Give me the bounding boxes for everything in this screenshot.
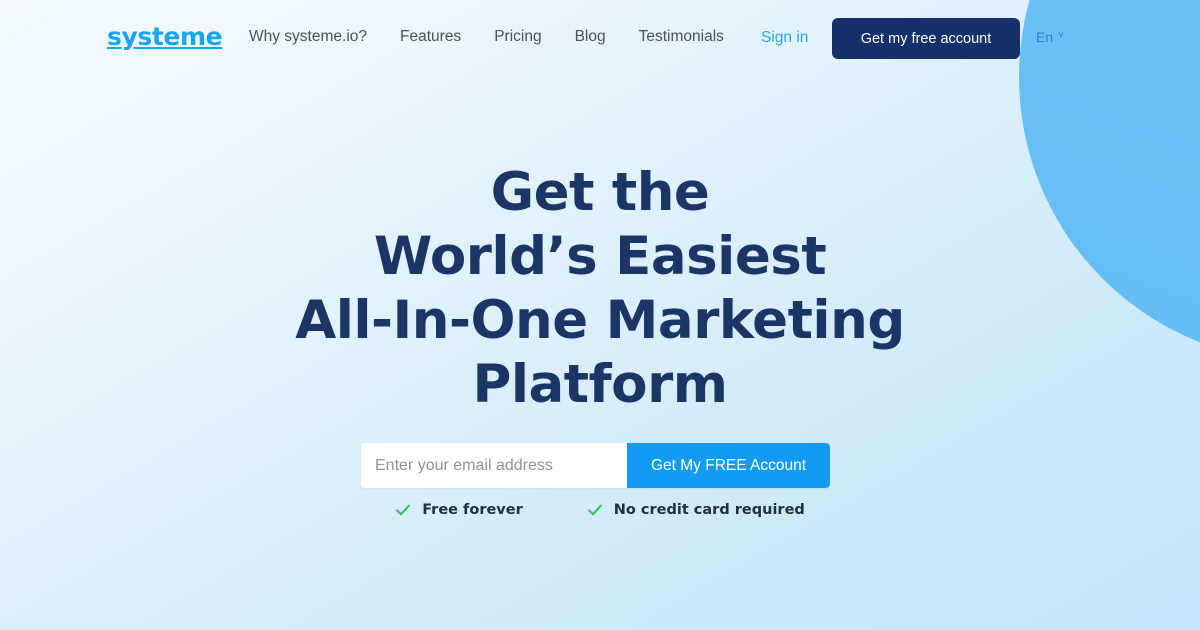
signup-form: Get My FREE Account	[361, 443, 830, 488]
page-title: Get the World’s Easiest All-In-One Marke…	[100, 161, 1100, 417]
feature-list: Free forever No credit card required	[0, 501, 1200, 519]
get-free-account-button[interactable]: Get my free account	[832, 18, 1020, 59]
headline-line-2: World’s Easiest	[373, 226, 827, 287]
chevron-down-icon: ˅	[1058, 30, 1064, 41]
sign-in-link[interactable]: Sign in	[761, 28, 808, 48]
get-my-free-account-button[interactable]: Get My FREE Account	[627, 443, 830, 488]
feature-label: No credit card required	[613, 502, 805, 518]
logo-systeme[interactable]: systeme	[107, 24, 223, 49]
nav-testimonials[interactable]: Testimonials	[639, 27, 724, 47]
headline-line-3: All-In-One Marketing	[295, 290, 905, 351]
feature-item-free-forever: Free forever	[395, 501, 523, 519]
check-icon	[395, 502, 411, 518]
language-selector-label: En	[1036, 29, 1054, 45]
feature-item-no-credit-card: No credit card required	[587, 501, 805, 519]
nav-why-systeme[interactable]: Why systeme.io?	[249, 27, 367, 47]
nav-features[interactable]: Features	[400, 27, 461, 47]
headline-line-1: Get the	[490, 162, 710, 223]
nav-blog[interactable]: Blog	[575, 27, 606, 47]
main-navigation: Why systeme.io? Features Pricing Blog Te…	[249, 27, 724, 47]
email-field[interactable]	[361, 443, 627, 488]
nav-pricing[interactable]: Pricing	[494, 27, 541, 47]
landing-page: systeme Why systeme.io? Features Pricing…	[0, 0, 1200, 630]
check-icon	[587, 502, 603, 518]
headline-line-4: Platform	[472, 354, 728, 415]
feature-label: Free forever	[422, 502, 523, 518]
hero-section: Get the World’s Easiest All-In-One Marke…	[0, 0, 1200, 630]
language-selector[interactable]: En ˅	[1036, 28, 1064, 46]
site-header: systeme Why systeme.io? Features Pricing…	[0, 0, 1200, 78]
